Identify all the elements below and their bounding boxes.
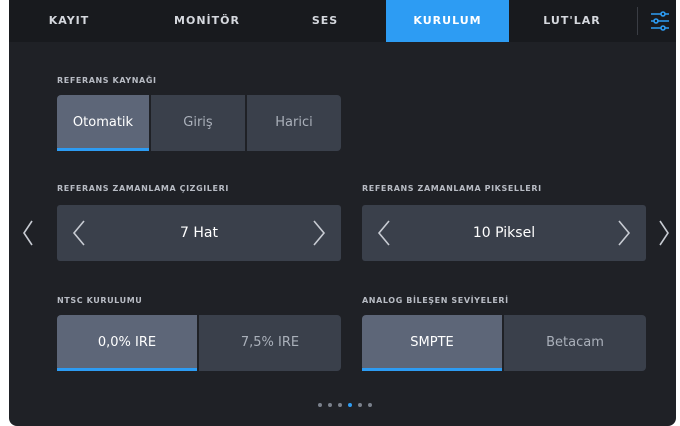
timing-pixels-stepper: 10 Piksel — [362, 205, 646, 261]
selected-indicator — [57, 368, 197, 371]
analog-levels-betacam-button[interactable]: Betacam — [504, 315, 646, 371]
reference-source-giris-button[interactable]: Giriş — [151, 95, 245, 151]
ntsc-setup-0ire-button[interactable]: 0,0% IRE — [57, 315, 197, 371]
timing-lines-decrement-chevron-icon[interactable] — [71, 218, 87, 252]
page-dot[interactable] — [318, 403, 322, 407]
timing-pixels-value: 10 Piksel — [472, 225, 536, 241]
timing-lines-label: REFERANS ZAMANLAMA ÇIZGILERI — [57, 184, 229, 193]
sliders-icon[interactable] — [649, 7, 671, 35]
reference-source-harici-button[interactable]: Harici — [247, 95, 341, 151]
tab-lutlar[interactable]: LUT'LAR — [509, 0, 635, 42]
page-dot[interactable] — [368, 403, 372, 407]
tab-divider — [637, 7, 638, 35]
ntsc-setup-7-5ire-button[interactable]: 7,5% IRE — [199, 315, 341, 371]
selected-indicator — [57, 148, 149, 151]
timing-lines-stepper: 7 Hat — [57, 205, 341, 261]
next-page-chevron-icon[interactable] — [657, 218, 671, 252]
reference-source-label: REFERANS KAYNAĞI — [57, 76, 157, 85]
tab-kurulum[interactable]: KURULUM — [386, 0, 509, 42]
timing-pixels-increment-chevron-icon[interactable] — [616, 218, 632, 252]
page-dot[interactable] — [338, 403, 342, 407]
selected-indicator — [362, 368, 502, 371]
analog-levels-smpte-button[interactable]: SMPTE — [362, 315, 502, 371]
settings-screen: KAYIT MONİTÖR SES KURULUM LUT'LAR REFERA… — [9, 0, 676, 426]
page-dot[interactable] — [328, 403, 332, 407]
page-dot[interactable] — [358, 403, 362, 407]
ntsc-setup-label: NTSC KURULUMU — [57, 296, 143, 305]
tab-kayit[interactable]: KAYIT — [9, 0, 129, 42]
previous-page-chevron-icon[interactable] — [21, 218, 35, 252]
timing-lines-increment-chevron-icon[interactable] — [311, 218, 327, 252]
page-dot-active[interactable] — [348, 403, 352, 407]
reference-source-otomatik-button[interactable]: Otomatik — [57, 95, 149, 151]
analog-levels-label: ANALOG BİLEŞEN SEVİYELERİ — [362, 296, 509, 305]
timing-pixels-decrement-chevron-icon[interactable] — [376, 218, 392, 252]
tab-monitor[interactable]: MONİTÖR — [147, 0, 267, 42]
tab-ses[interactable]: SES — [265, 0, 385, 42]
timing-pixels-label: REFERANS ZAMANLAMA PIKSELLERI — [362, 184, 542, 193]
timing-lines-value: 7 Hat — [180, 225, 218, 241]
top-tab-bar: KAYIT MONİTÖR SES KURULUM LUT'LAR — [9, 0, 676, 42]
